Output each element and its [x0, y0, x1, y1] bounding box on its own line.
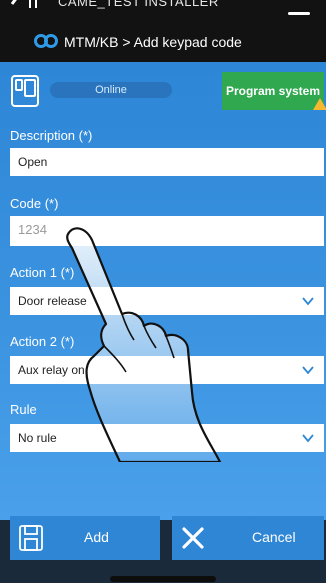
action2-value: Aux relay on: [18, 363, 85, 377]
rule-label: Rule: [10, 402, 37, 417]
action1-select[interactable]: Door release: [10, 287, 324, 315]
form-panel: Online Program system Description (*) Op…: [0, 62, 326, 520]
connection-status-badge: Online: [50, 82, 172, 98]
status-row: Online Program system: [0, 62, 326, 118]
cancel-button-label: Cancel: [252, 529, 296, 545]
top-bar: CAME_TEST INSTALLER MTM/KB > Add keypad …: [0, 0, 326, 62]
breadcrumb: MTM/KB > Add keypad code: [64, 34, 242, 50]
description-label: Description (*): [10, 128, 93, 143]
save-icon: [19, 525, 43, 551]
action2-label: Action 2 (*): [10, 334, 75, 349]
cancel-button[interactable]: Cancel: [172, 516, 324, 560]
chevron-down-icon: [302, 297, 314, 306]
home-indicator: [110, 576, 216, 582]
app-title: CAME_TEST INSTALLER: [58, 0, 219, 9]
description-field[interactable]: Open: [10, 148, 324, 176]
back-icon[interactable]: [10, 0, 40, 12]
warning-icon: [313, 98, 326, 110]
code-label: Code (*): [10, 196, 59, 211]
menu-icon[interactable]: [288, 12, 310, 15]
add-button-label: Add: [84, 529, 109, 545]
code-field[interactable]: 1234: [10, 216, 324, 246]
action2-select[interactable]: Aux relay on: [10, 356, 324, 384]
chevron-down-icon: [302, 434, 314, 443]
rule-value: No rule: [18, 431, 57, 445]
chevron-down-icon: [302, 366, 314, 375]
close-icon: [182, 527, 204, 549]
rule-select[interactable]: No rule: [10, 424, 324, 452]
action1-label: Action 1 (*): [10, 265, 75, 280]
action1-value: Door release: [18, 294, 87, 308]
add-button[interactable]: Add: [10, 516, 160, 560]
intercom-panel-icon: [11, 75, 39, 107]
came-logo-icon: [34, 34, 58, 48]
program-system-button[interactable]: Program system: [222, 72, 324, 110]
